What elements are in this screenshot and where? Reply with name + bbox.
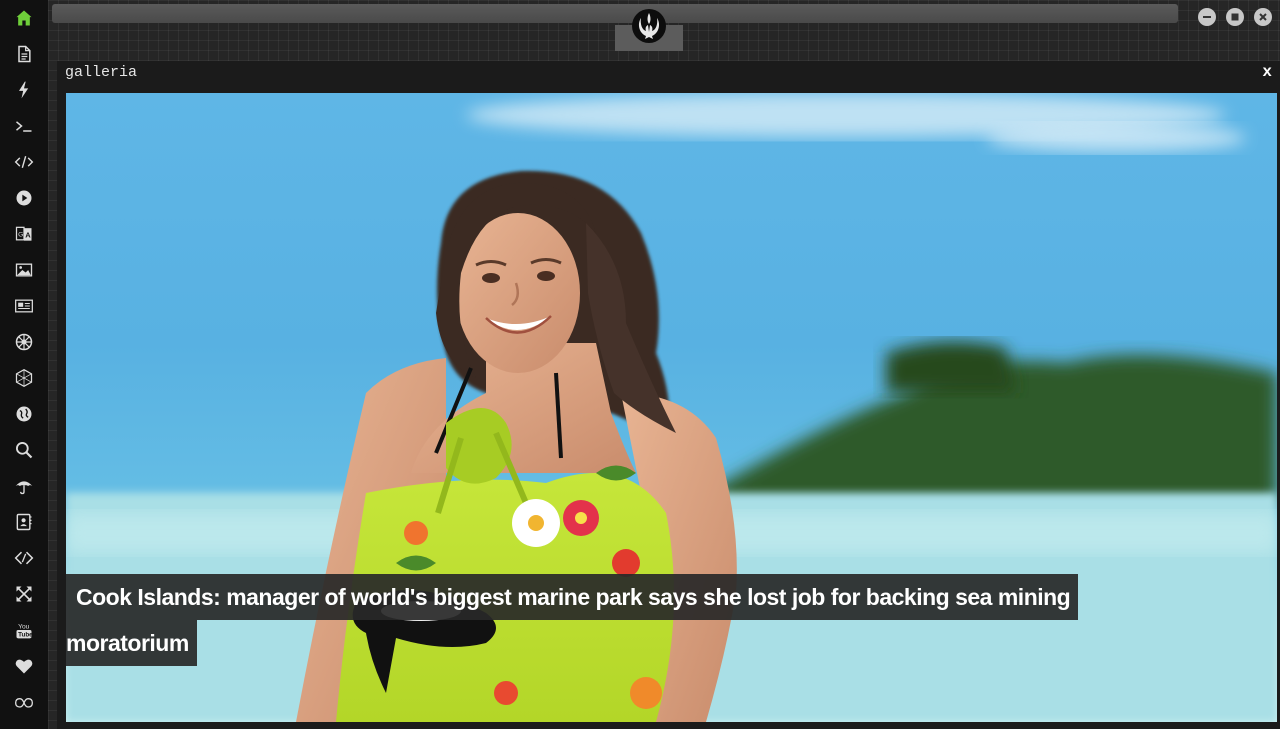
home-icon[interactable] [12, 6, 36, 30]
rebel-alliance-icon[interactable] [631, 8, 667, 44]
svg-text:You: You [18, 623, 30, 630]
close-app-button[interactable] [1254, 8, 1272, 26]
svg-text:G: G [18, 232, 23, 239]
code-icon[interactable] [12, 150, 36, 174]
expand-icon[interactable] [12, 582, 36, 606]
address-bar[interactable] [52, 4, 1178, 23]
caption-line-1: Cook Islands: manager of world's biggest… [66, 574, 1079, 620]
image-icon[interactable] [12, 258, 36, 282]
youtube-icon[interactable]: You Tube [12, 618, 36, 642]
window-close-button[interactable]: x [1262, 63, 1272, 81]
svg-text:A: A [25, 230, 31, 239]
translate-icon[interactable]: GA [12, 222, 36, 246]
window-title: galleria [65, 64, 138, 81]
terminal-icon[interactable] [12, 114, 36, 138]
empire-icon[interactable] [12, 330, 36, 354]
play-icon[interactable] [12, 186, 36, 210]
code-diamond-icon[interactable] [12, 546, 36, 570]
umbrella-icon[interactable] [12, 474, 36, 498]
sidebar: GA You Tube [0, 0, 48, 729]
maximize-button[interactable] [1226, 8, 1244, 26]
hexagon-network-icon[interactable] [12, 366, 36, 390]
svg-text:Tube: Tube [18, 632, 33, 639]
heart-icon[interactable] [12, 654, 36, 678]
newspaper-icon[interactable] [12, 294, 36, 318]
minimize-button[interactable] [1198, 8, 1216, 26]
contacts-icon[interactable] [12, 510, 36, 534]
caption-line-2: moratorium [66, 620, 197, 666]
globe-icon[interactable] [12, 402, 36, 426]
search-icon[interactable] [12, 438, 36, 462]
lightning-icon[interactable] [12, 78, 36, 102]
gallery-photo[interactable]: Cook Islands: manager of world's biggest… [66, 93, 1277, 722]
infinity-cloud-icon[interactable] [12, 690, 36, 714]
beach-portrait-image [66, 93, 1277, 722]
document-icon[interactable] [12, 42, 36, 66]
